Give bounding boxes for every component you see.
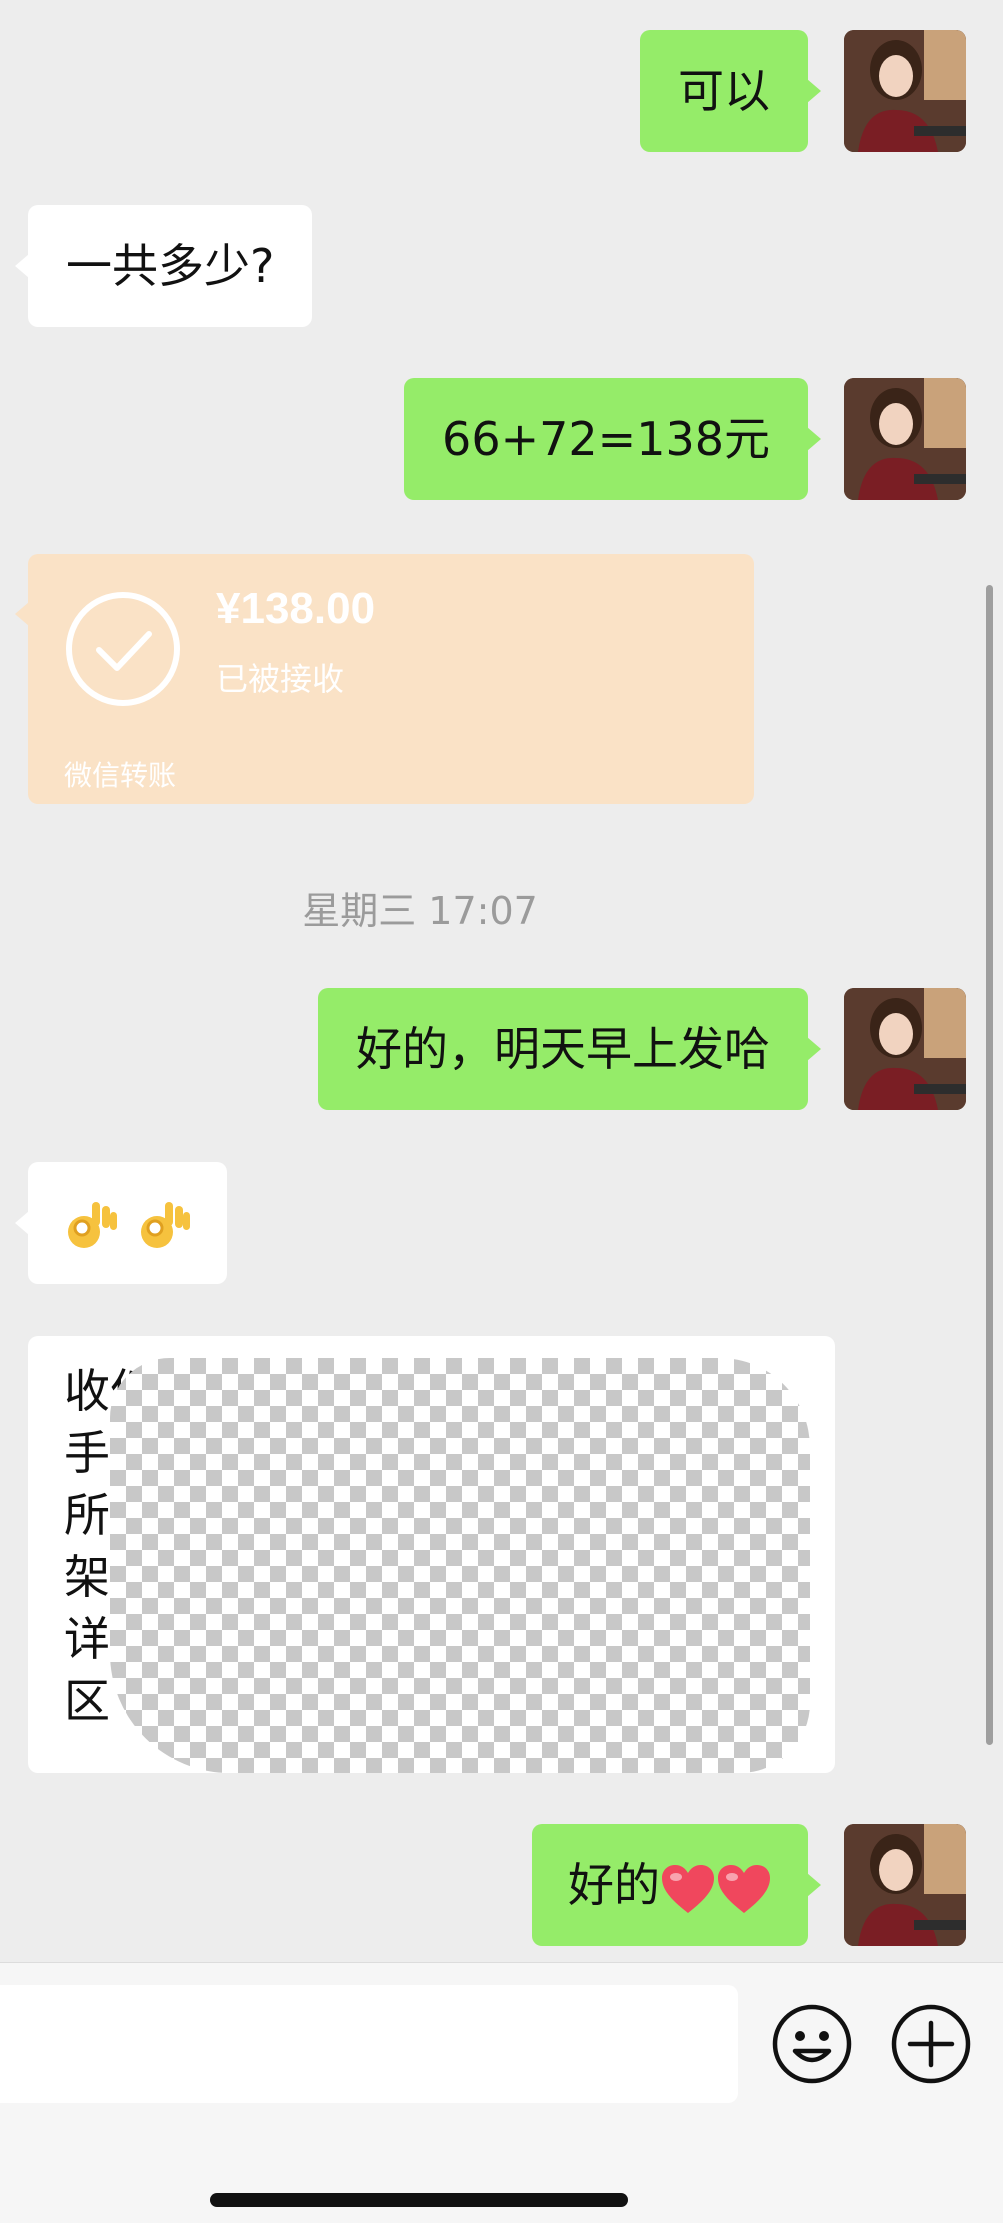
chat-message-list[interactable]: 可以 一共多少? 66+72=138元 ¥138.00 已被接收 微信转账 星期… [0, 0, 1003, 1962]
avatar-image [844, 378, 966, 500]
transfer-amount: ¥138.00 [216, 584, 376, 633]
message-text: 好的 [568, 1858, 660, 1912]
message-row-outgoing: 可以 [0, 30, 1003, 154]
message-text: 好的，明天早上发哈 [356, 1022, 770, 1076]
message-text: 可以 [678, 64, 770, 118]
transfer-status: 已被接收 [216, 660, 345, 698]
plus-circle-icon[interactable] [890, 2003, 972, 2085]
redaction-mask [110, 1358, 810, 1773]
red-heart-icon [718, 1864, 770, 1913]
message-bubble-incoming[interactable]: 一共多少? [14, 205, 313, 327]
message-row-incoming: 一共多少? [0, 205, 1003, 329]
avatar[interactable] [844, 1824, 966, 1946]
message-row-outgoing: 好的，明天早上发哈 [0, 988, 1003, 1112]
avatar-image [844, 30, 966, 152]
smiley-face-icon[interactable] [771, 2003, 853, 2085]
check-circle-icon [66, 592, 180, 706]
ok-hand-icon [68, 1201, 117, 1248]
avatar[interactable] [844, 378, 966, 500]
red-heart-icon [662, 1864, 714, 1913]
wechat-transfer-card[interactable]: ¥138.00 已被接收 微信转账 [15, 554, 754, 804]
message-row-outgoing: 好的 [0, 1824, 1003, 1948]
avatar-image [844, 1824, 966, 1946]
message-bubble-outgoing[interactable]: 66+72=138元 [404, 378, 821, 500]
message-bubble-outgoing[interactable]: 好的，明天早上发哈 [318, 988, 821, 1110]
message-row-incoming: 👌👌 [0, 1162, 1003, 1286]
message-text: 66+72=138元 [442, 412, 770, 466]
message-bubble-outgoing[interactable]: 好的 [532, 1824, 821, 1946]
home-indicator[interactable] [210, 2193, 628, 2207]
avatar[interactable] [844, 30, 966, 152]
message-row-outgoing: 66+72=138元 [0, 378, 1003, 502]
message-text: 一共多少? [66, 239, 275, 293]
message-bubble-incoming[interactable]: 👌👌 [15, 1162, 227, 1284]
avatar-image [844, 988, 966, 1110]
message-bubble-outgoing[interactable]: 可以 [640, 30, 821, 152]
address-message-card[interactable]: 收件 手 所在 架 详 区 小 [28, 1336, 835, 1773]
scrollbar[interactable] [986, 585, 993, 1745]
message-input[interactable] [0, 1985, 738, 2103]
ok-hand-icon [140, 1201, 190, 1248]
transfer-label: 微信转账 [64, 759, 177, 792]
message-timestamp: 星期三 17:07 [302, 889, 538, 933]
input-bar [0, 1962, 1003, 2223]
avatar[interactable] [844, 988, 966, 1110]
